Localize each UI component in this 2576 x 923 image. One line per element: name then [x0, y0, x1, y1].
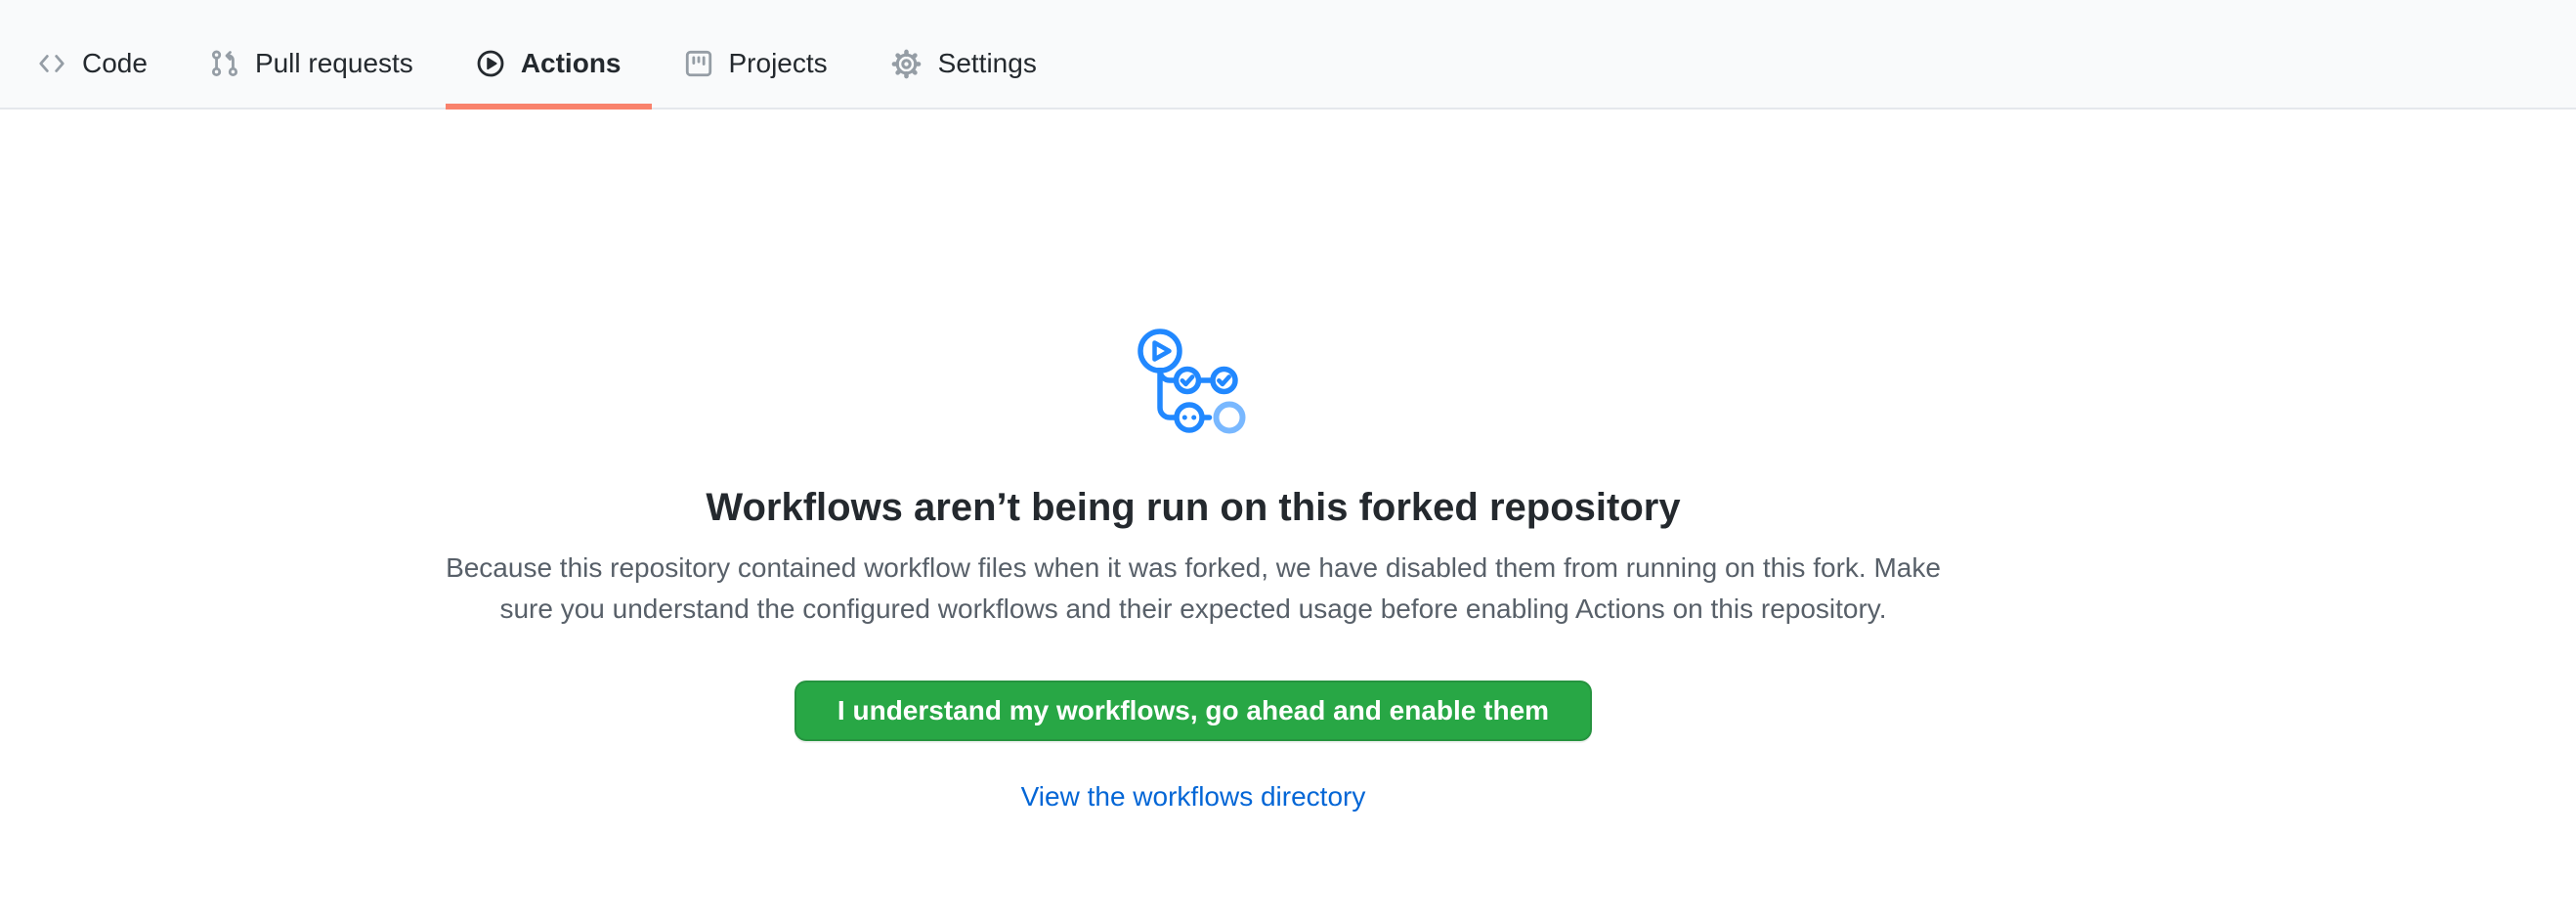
- view-workflows-directory-link[interactable]: View the workflows directory: [1021, 776, 1366, 817]
- repo-tab-nav: Code Pull requests Actions: [0, 0, 2576, 110]
- blankslate-heading: Workflows aren’t being run on this forke…: [0, 483, 2386, 532]
- tab-label: Projects: [729, 50, 828, 77]
- tab-label: Settings: [938, 50, 1037, 77]
- tab-label: Pull requests: [255, 50, 413, 77]
- description-line-2: sure you understand the configured workf…: [0, 589, 2386, 630]
- actions-blankslate: Workflows aren’t being run on this forke…: [0, 319, 2386, 817]
- tab-settings[interactable]: Settings: [860, 0, 1067, 108]
- play-circle-icon: [476, 49, 505, 78]
- project-board-icon: [684, 49, 713, 78]
- gear-icon: [890, 48, 923, 80]
- pull-request-icon: [210, 49, 239, 78]
- tab-actions[interactable]: Actions: [446, 0, 652, 108]
- tab-code[interactable]: Code: [7, 0, 178, 108]
- description-line-1: Because this repository contained workfl…: [0, 548, 2386, 589]
- enable-workflows-button[interactable]: I understand my workflows, go ahead and …: [794, 681, 1592, 741]
- code-icon: [37, 49, 66, 78]
- blankslate-description: Because this repository contained workfl…: [0, 548, 2386, 630]
- tab-projects[interactable]: Projects: [654, 0, 858, 108]
- tab-label: Code: [82, 50, 148, 77]
- tab-pull-requests[interactable]: Pull requests: [180, 0, 444, 108]
- tab-label: Actions: [521, 50, 622, 77]
- workflow-graph-icon: [1125, 319, 1262, 456]
